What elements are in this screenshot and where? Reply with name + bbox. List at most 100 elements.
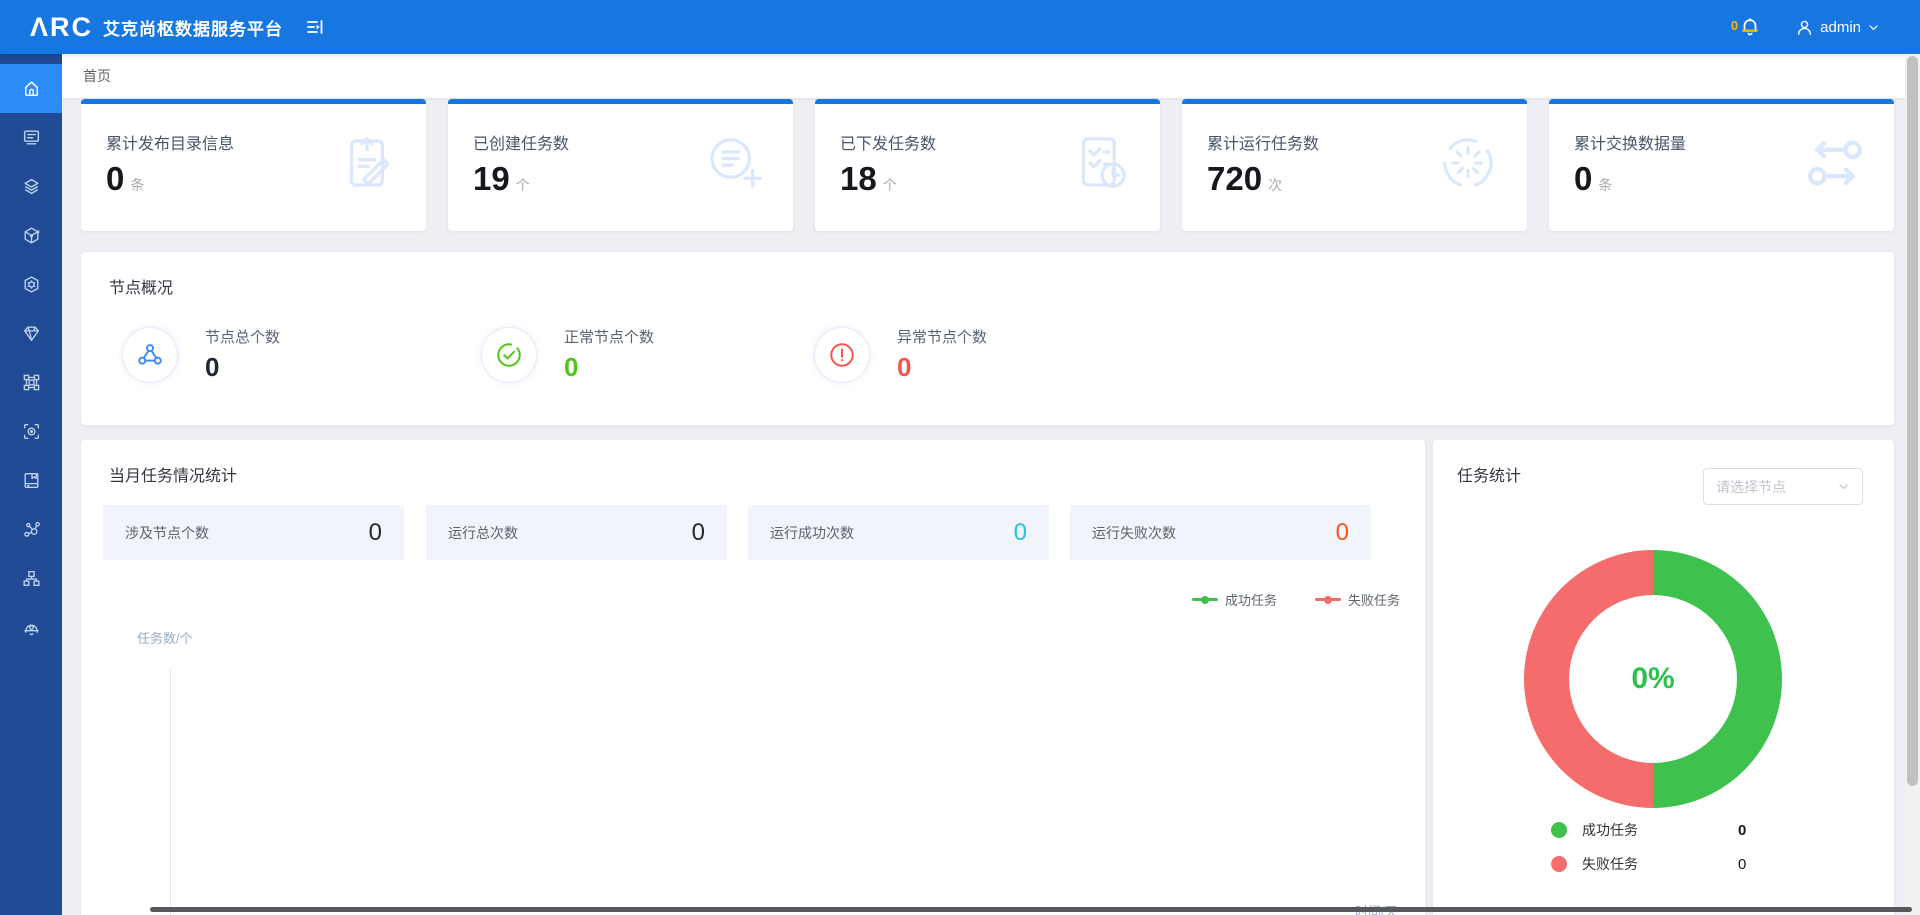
layers-icon bbox=[21, 176, 42, 197]
legend-item-success[interactable]: 成功任务 bbox=[1192, 590, 1277, 609]
command-grid-icon bbox=[21, 372, 42, 393]
share-nodes-icon bbox=[21, 519, 42, 540]
stat-card-unit: 次 bbox=[1268, 175, 1282, 195]
notification-badge: 0 bbox=[1731, 18, 1738, 33]
spinner-icon bbox=[1435, 130, 1501, 196]
stat-box-label: 涉及节点个数 bbox=[125, 523, 209, 543]
stat-box-failed-runs: 运行失败次数 0 bbox=[1070, 505, 1371, 560]
line-chart-legend: 成功任务 失败任务 bbox=[1192, 590, 1400, 609]
list-add-icon bbox=[701, 130, 767, 196]
menu-fold-button[interactable] bbox=[305, 17, 325, 37]
gem-icon bbox=[21, 323, 42, 344]
node-stat-label: 节点总个数 bbox=[205, 326, 280, 347]
stat-card-unit: 条 bbox=[1598, 175, 1612, 195]
package-gear-icon bbox=[21, 274, 42, 295]
node-select[interactable]: 请选择节点 bbox=[1703, 468, 1863, 505]
node-stat-label: 异常节点个数 bbox=[897, 326, 987, 347]
stat-card-value: 18 bbox=[840, 160, 877, 198]
sidebar-item-components[interactable] bbox=[0, 358, 62, 407]
stat-card-value: 19 bbox=[473, 160, 510, 198]
sidebar-item-monitor-focus[interactable] bbox=[0, 407, 62, 456]
node-total-group: 节点总个数 0 bbox=[122, 326, 280, 383]
stat-card-title: 已创建任务数 bbox=[473, 130, 569, 154]
node-stat-label: 正常节点个数 bbox=[564, 326, 654, 347]
sidebar-item-share[interactable] bbox=[0, 505, 62, 554]
vertical-scrollbar[interactable] bbox=[1905, 54, 1920, 915]
sidebar-item-gem[interactable] bbox=[0, 309, 62, 358]
user-icon bbox=[1795, 18, 1814, 37]
legend-label: 失败任务 bbox=[1348, 590, 1400, 609]
pie-legend-label: 成功任务 bbox=[1582, 820, 1702, 840]
legend-item-fail[interactable]: 失败任务 bbox=[1315, 590, 1400, 609]
stat-card-title: 累计交换数据量 bbox=[1574, 130, 1686, 154]
stat-card-run-tasks: 累计运行任务数 720 次 bbox=[1182, 99, 1527, 231]
task-stats-panel: 任务统计 请选择节点 0% 成功任务 0 失败任务 0 bbox=[1433, 440, 1894, 915]
document-edit-icon bbox=[334, 130, 400, 196]
camera-focus-icon bbox=[21, 421, 42, 442]
sidebar-item-catalog[interactable] bbox=[0, 113, 62, 162]
select-placeholder: 请选择节点 bbox=[1716, 477, 1786, 497]
sidebar-item-layers[interactable] bbox=[0, 162, 62, 211]
stat-card-title: 累计运行任务数 bbox=[1207, 130, 1319, 154]
notifications-button[interactable]: 0 bbox=[1731, 16, 1761, 38]
stat-card-unit: 条 bbox=[130, 175, 144, 195]
sidebar-item-home[interactable] bbox=[0, 64, 62, 113]
breadcrumb-current[interactable]: 首页 bbox=[83, 66, 111, 86]
task-donut-chart[interactable]: 0% bbox=[1524, 550, 1782, 808]
stat-box-value: 0 bbox=[692, 519, 705, 547]
green-dot-icon bbox=[1551, 822, 1567, 838]
horizontal-scrollbar-thumb[interactable] bbox=[150, 907, 1912, 912]
cluster-icon bbox=[122, 327, 178, 383]
panel-title: 当月任务情况统计 bbox=[109, 462, 237, 486]
node-stat-value: 0 bbox=[897, 352, 987, 383]
home-icon bbox=[21, 78, 42, 99]
line-dot-marker-red bbox=[1315, 598, 1341, 601]
chevron-down-icon bbox=[1867, 21, 1880, 34]
node-stat-value: 0 bbox=[564, 352, 654, 383]
pie-legend-value: 0 bbox=[1738, 822, 1746, 839]
stat-card-exchanged-data: 累计交换数据量 0 条 bbox=[1549, 99, 1894, 231]
y-axis-label: 任务数/个 bbox=[137, 628, 193, 647]
username-label: admin bbox=[1820, 19, 1861, 36]
sidebar-item-alarm[interactable] bbox=[0, 603, 62, 652]
sidebar-nav bbox=[0, 54, 62, 915]
sidebar-item-topology[interactable] bbox=[0, 554, 62, 603]
node-stat-value: 0 bbox=[205, 352, 280, 383]
panel-title: 任务统计 bbox=[1457, 462, 1521, 486]
breadcrumb: 首页 bbox=[62, 54, 1905, 98]
sidebar-item-library[interactable] bbox=[0, 456, 62, 505]
sidebar-item-package[interactable] bbox=[0, 260, 62, 309]
warning-circle-icon bbox=[814, 327, 870, 383]
stat-card-unit: 个 bbox=[883, 175, 897, 195]
pie-legend-label: 失败任务 bbox=[1582, 854, 1702, 874]
cube-network-icon bbox=[21, 225, 42, 246]
stat-card-value: 720 bbox=[1207, 160, 1262, 198]
vertical-scrollbar-thumb[interactable] bbox=[1907, 56, 1918, 786]
pie-legend-success[interactable]: 成功任务 0 bbox=[1551, 820, 1851, 840]
sidebar-item-cube-network[interactable] bbox=[0, 211, 62, 260]
stat-box-label: 运行失败次数 bbox=[1092, 523, 1176, 543]
brand-logo: ΛRC bbox=[30, 12, 93, 43]
sitemap-icon bbox=[21, 568, 42, 589]
y-axis-line bbox=[170, 668, 171, 915]
donut-hole: 0% bbox=[1569, 595, 1737, 763]
stat-card-value: 0 bbox=[1574, 160, 1592, 198]
stat-card-title: 累计发布目录信息 bbox=[106, 130, 234, 154]
stat-box-value: 0 bbox=[1336, 519, 1349, 547]
stat-card-catalog: 累计发布目录信息 0 条 bbox=[81, 99, 426, 231]
stat-box-success-runs: 运行成功次数 0 bbox=[748, 505, 1049, 560]
node-overview-panel: 节点概况 节点总个数 0 bbox=[81, 252, 1894, 425]
user-menu[interactable]: admin bbox=[1795, 18, 1880, 37]
exchange-arrows-icon bbox=[1802, 130, 1868, 196]
monitor-list-icon bbox=[21, 127, 42, 148]
menu-fold-icon bbox=[305, 17, 325, 37]
book-icon bbox=[21, 470, 42, 491]
stat-card-created-tasks: 已创建任务数 19 个 bbox=[448, 99, 793, 231]
donut-center-percent: 0% bbox=[1631, 662, 1674, 696]
stat-box-label: 运行成功次数 bbox=[770, 523, 854, 543]
chevron-down-icon bbox=[1837, 480, 1850, 493]
pie-legend-fail[interactable]: 失败任务 0 bbox=[1551, 854, 1851, 874]
red-dot-icon bbox=[1551, 856, 1567, 872]
stat-card-unit: 个 bbox=[516, 175, 530, 195]
monthly-task-panel: 当月任务情况统计 涉及节点个数 0 运行总次数 0 运行成功次数 0 运行失败次… bbox=[81, 440, 1425, 915]
